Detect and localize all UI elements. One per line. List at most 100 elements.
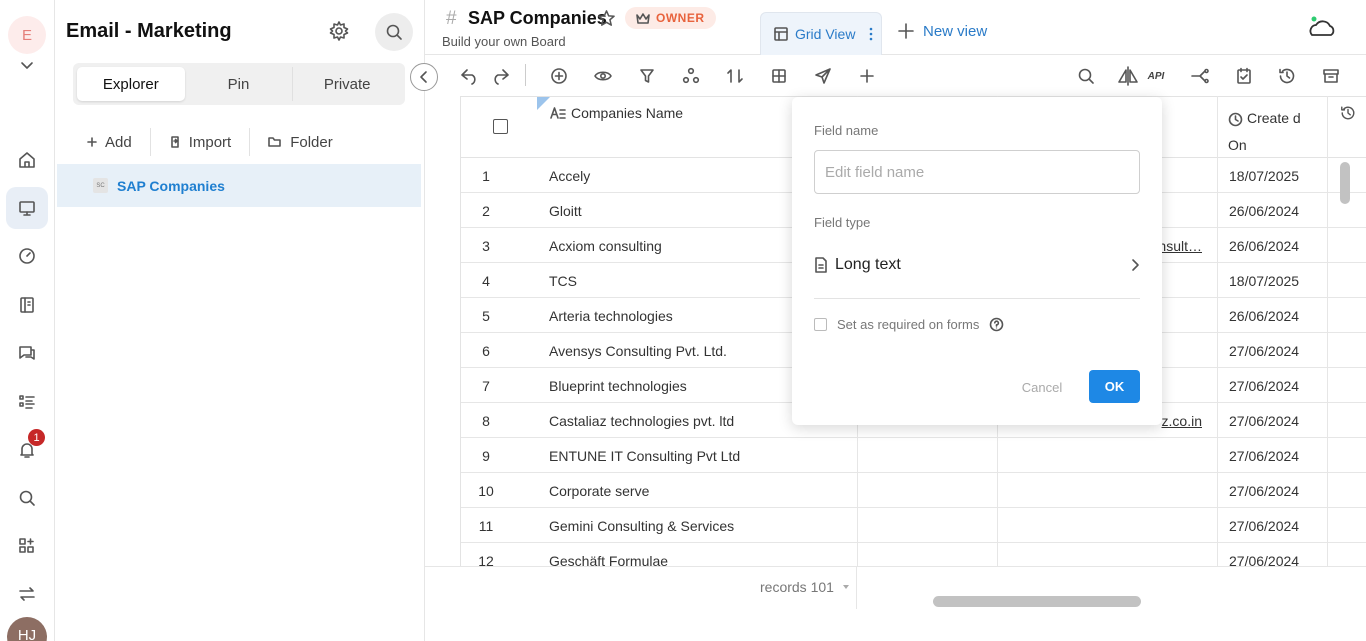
cell-email[interactable]: [1008, 508, 1202, 543]
table-row[interactable]: 9 ENTUNE IT Consulting Pvt Ltd 27/06/2024: [461, 438, 1366, 473]
add-button[interactable]: Add: [73, 128, 150, 156]
cell-company-name[interactable]: Accely: [549, 158, 590, 193]
cancel-button[interactable]: Cancel: [1018, 371, 1066, 403]
column-header-companies-name[interactable]: Companies Name: [550, 105, 683, 121]
horizontal-scrollbar[interactable]: [933, 596, 1141, 607]
filter-icon[interactable]: [636, 65, 658, 87]
cell-company-name[interactable]: Avensys Consulting Pvt. Ltd.: [549, 333, 727, 368]
cell-company-name[interactable]: Corporate serve: [549, 473, 649, 508]
table-row[interactable]: 10 Corporate serve 27/06/2024: [461, 473, 1366, 508]
field-type-select[interactable]: Long text: [814, 248, 1140, 282]
table-row[interactable]: 11 Gemini Consulting & Services 27/06/2024: [461, 508, 1366, 543]
tab-grid-view[interactable]: Grid View: [760, 12, 882, 55]
footer-divider: [856, 567, 857, 609]
tab-private[interactable]: Private: [292, 67, 401, 101]
book-icon[interactable]: [6, 284, 48, 326]
add-field-icon[interactable]: [548, 65, 570, 87]
calendar-icon[interactable]: [1233, 65, 1255, 87]
cell-created-on[interactable]: 26/06/2024: [1229, 228, 1299, 263]
switch-icon[interactable]: [6, 573, 48, 615]
plus-icon: [898, 23, 914, 39]
apps-icon[interactable]: [6, 525, 48, 567]
cell-created-on[interactable]: 27/06/2024: [1229, 438, 1299, 473]
more-vertical-icon[interactable]: [869, 27, 873, 41]
sort-icon[interactable]: [724, 65, 746, 87]
cell-company-name[interactable]: TCS: [549, 263, 577, 298]
api-icon[interactable]: API: [1145, 65, 1167, 87]
cell-created-on[interactable]: 27/06/2024: [1229, 403, 1299, 438]
folder-button[interactable]: Folder: [249, 128, 351, 156]
table-icon[interactable]: [768, 65, 790, 87]
cell-company-name[interactable]: Arteria technologies: [549, 298, 673, 333]
caret-down-icon: [842, 585, 849, 589]
required-checkbox[interactable]: [814, 318, 827, 331]
share-icon[interactable]: [1189, 65, 1211, 87]
cell-company-name[interactable]: ENTUNE IT Consulting Pvt Ltd: [549, 438, 740, 473]
page-title[interactable]: SAP Companies: [468, 8, 607, 29]
grid-icon: [774, 27, 788, 41]
vertical-scrollbar[interactable]: [1340, 162, 1350, 204]
star-icon[interactable]: [597, 9, 616, 28]
history-icon[interactable]: [1276, 65, 1298, 87]
new-view-button[interactable]: New view: [897, 22, 987, 40]
tab-explorer[interactable]: Explorer: [77, 67, 185, 101]
cell-company-name[interactable]: Blueprint technologies: [549, 368, 687, 403]
search-icon[interactable]: [6, 477, 48, 519]
undo-icon[interactable]: [459, 65, 481, 87]
toolbar-divider: [525, 64, 526, 86]
left-rail: E 1 HJ: [0, 0, 55, 641]
home-icon[interactable]: [6, 139, 48, 181]
cell-company-name[interactable]: Castaliaz technologies pvt. ltd: [549, 403, 734, 438]
cell-created-on[interactable]: 18/07/2025: [1229, 158, 1299, 193]
table-row[interactable]: 12 Geschäft Formulae 27/06/2024: [461, 543, 1366, 567]
import-button[interactable]: Import: [149, 128, 250, 156]
user-avatar[interactable]: HJ: [7, 617, 47, 641]
cell-company-name[interactable]: Gloitt: [549, 193, 582, 228]
column-header-created-on[interactable]: Create d On: [1228, 105, 1308, 159]
sidebar-search-button[interactable]: [375, 13, 413, 51]
tree-item-sap-companies[interactable]: SC SAP Companies: [57, 164, 421, 207]
column-header-label: Companies Name: [571, 105, 684, 121]
archive-icon[interactable]: [1320, 65, 1342, 87]
cell-company-name[interactable]: Gemini Consulting & Services: [549, 508, 734, 543]
cell-email[interactable]: [1008, 438, 1202, 473]
cell-company-name[interactable]: Geschäft Formulae: [549, 543, 668, 567]
cell-created-on[interactable]: 27/06/2024: [1229, 368, 1299, 403]
cell-created-on[interactable]: 27/06/2024: [1229, 508, 1299, 543]
field-type-value: Long text: [835, 256, 901, 273]
plus-icon[interactable]: [856, 65, 878, 87]
gear-icon[interactable]: [328, 20, 350, 42]
monitor-icon[interactable]: [6, 187, 48, 229]
redo-icon[interactable]: [489, 65, 511, 87]
cell-company-name[interactable]: Acxiom consulting: [549, 228, 662, 263]
split-icon[interactable]: [1117, 65, 1139, 87]
chevron-down-icon[interactable]: [19, 60, 35, 72]
list-icon[interactable]: [6, 381, 48, 423]
help-icon[interactable]: [989, 317, 1004, 332]
cell-created-on[interactable]: 27/06/2024: [1229, 473, 1299, 508]
search-icon[interactable]: [1075, 65, 1097, 87]
cell-email[interactable]: [1008, 473, 1202, 508]
cell-created-on[interactable]: 27/06/2024: [1229, 333, 1299, 368]
collapse-sidebar-button[interactable]: [410, 63, 438, 91]
send-icon[interactable]: [812, 65, 834, 87]
ok-button[interactable]: OK: [1089, 370, 1140, 403]
eye-icon[interactable]: [592, 65, 614, 87]
popup-divider: [814, 298, 1140, 299]
cell-email[interactable]: [1008, 543, 1202, 566]
select-all-checkbox[interactable]: [493, 119, 508, 134]
workspace-avatar[interactable]: E: [8, 16, 46, 54]
owner-label: OWNER: [656, 11, 705, 25]
group-icon[interactable]: [680, 65, 702, 87]
workspace-title: Email - Marketing: [66, 20, 232, 42]
owner-badge: OWNER: [625, 7, 716, 29]
chat-icon[interactable]: [6, 332, 48, 374]
gauge-icon[interactable]: [6, 235, 48, 277]
cell-created-on[interactable]: 26/06/2024: [1229, 298, 1299, 333]
cell-created-on[interactable]: 27/06/2024: [1229, 543, 1299, 567]
records-count[interactable]: records 101: [760, 579, 850, 595]
cell-created-on[interactable]: 18/07/2025: [1229, 263, 1299, 298]
field-name-input[interactable]: [814, 150, 1140, 194]
tab-pin[interactable]: Pin: [185, 67, 293, 101]
cell-created-on[interactable]: 26/06/2024: [1229, 193, 1299, 228]
